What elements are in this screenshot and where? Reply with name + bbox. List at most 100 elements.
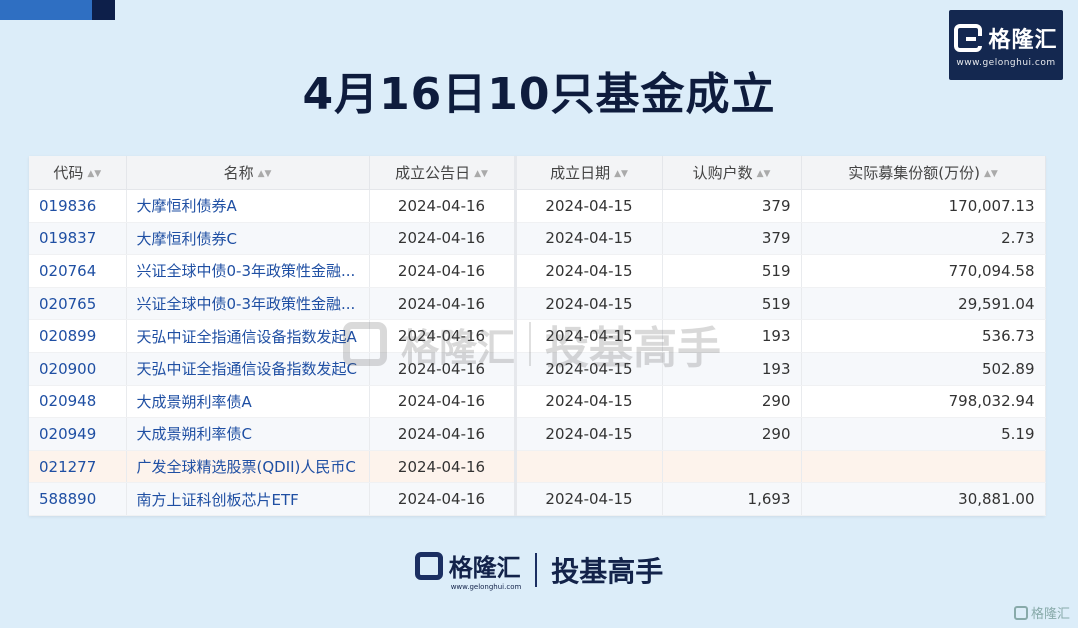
sort-icon: ▲▼ (257, 168, 272, 179)
footer-brand: 格隆汇 www.gelonghui.com 投基高手 (0, 548, 1078, 591)
cell-establish-date: 2024-04-15 (515, 189, 663, 223)
table-row[interactable]: 020948 大成景朔利率债A 2024-04-16 2024-04-15 290 798… (29, 385, 1046, 419)
sort-icon: ▲▼ (756, 168, 771, 179)
cell-establish-date: 2024-04-15 (515, 254, 663, 288)
table-row[interactable]: 588890 南方上证科创板芯片ETF 2024-04-16 2024-04-15 1,… (29, 482, 1046, 516)
cell-code[interactable]: 020765 (29, 287, 127, 321)
cell-announce-date: 2024-04-16 (369, 450, 517, 484)
cell-code[interactable]: 020948 (29, 385, 127, 419)
fund-table: 代码 ▲▼ 名称 ▲▼ 成立公告日 ▲▼ 成立日期 ▲▼ 认购户数 ▲▼ 实际募集份额(万… (29, 156, 1046, 516)
footer-url: www.gelonghui.com (450, 583, 522, 591)
cell-subscribers: 1,693 (662, 482, 802, 516)
cell-name[interactable]: 兴证全球中债0-3年政策性金融... (126, 287, 370, 321)
footer-g-icon (414, 551, 443, 580)
cell-code[interactable]: 019837 (29, 222, 127, 256)
cell-raised-shares: 502.89 (801, 352, 1046, 386)
cell-name[interactable]: 广发全球精选股票(QDII)人民币C (126, 450, 370, 484)
cell-establish-date (515, 450, 663, 484)
sort-icon: ▲▼ (474, 168, 488, 179)
cell-establish-date: 2024-04-15 (515, 417, 663, 451)
header-code[interactable]: 代码 ▲▼ (29, 156, 127, 190)
fund-table-container: 代码 ▲▼ 名称 ▲▼ 成立公告日 ▲▼ 成立日期 ▲▼ 认购户数 ▲▼ 实际募集份额(万… (29, 156, 1046, 516)
table-row[interactable]: 019836 大摩恒利债券A 2024-04-16 2024-04-15 379 170,… (29, 189, 1046, 223)
cell-name[interactable]: 天弘中证全指通信设备指数发起C (126, 352, 370, 386)
cell-subscribers: 290 (662, 417, 802, 451)
corner-accent-bar (0, 0, 92, 20)
table-row[interactable]: 020764 兴证全球中债0-3年政策性金融... 2024-04-16 2024-0… (29, 254, 1046, 288)
cell-name[interactable]: 大成景朔利率债A (126, 385, 370, 419)
corner-watermark: 格隆汇 (1013, 603, 1070, 622)
sort-icon: ▲▼ (87, 168, 102, 179)
cell-announce-date: 2024-04-16 (369, 189, 517, 223)
table-row[interactable]: 020949 大成景朔利率债C 2024-04-16 2024-04-15 290 5.1… (29, 417, 1046, 451)
cell-raised-shares: 5.19 (801, 417, 1046, 451)
cell-announce-date: 2024-04-16 (369, 417, 517, 451)
cell-establish-date: 2024-04-15 (515, 385, 663, 419)
cell-raised-shares: 29,591.04 (801, 287, 1046, 321)
corner-accent-bar-dark (92, 0, 115, 20)
cell-establish-date: 2024-04-15 (515, 287, 663, 321)
logo-text: 格隆汇 (988, 28, 1058, 53)
corner-g-icon (1013, 605, 1028, 620)
header-announce-date[interactable]: 成立公告日 ▲▼ (369, 156, 517, 190)
cell-raised-shares: 770,094.58 (801, 254, 1046, 288)
cell-subscribers: 193 (662, 319, 802, 353)
cell-establish-date: 2024-04-15 (515, 319, 663, 353)
header-name[interactable]: 名称 ▲▼ (126, 156, 370, 190)
cell-subscribers: 379 (662, 222, 802, 256)
cell-name[interactable]: 大成景朔利率债C (126, 417, 370, 451)
cell-code[interactable]: 021277 (29, 450, 127, 484)
cell-name[interactable]: 兴证全球中债0-3年政策性金融... (126, 254, 370, 288)
cell-raised-shares: 2.73 (801, 222, 1046, 256)
cell-subscribers: 519 (662, 287, 802, 321)
cell-name[interactable]: 大摩恒利债券A (126, 189, 370, 223)
cell-establish-date: 2024-04-15 (515, 352, 663, 386)
table-row[interactable]: 020899 天弘中证全指通信设备指数发起A 2024-04-16 2024-04-1… (29, 319, 1046, 353)
cell-announce-date: 2024-04-16 (369, 254, 517, 288)
table-row[interactable]: 019837 大摩恒利债券C 2024-04-16 2024-04-15 379 2.73 (29, 222, 1046, 256)
table-header-row: 代码 ▲▼ 名称 ▲▼ 成立公告日 ▲▼ 成立日期 ▲▼ 认购户数 ▲▼ 实际募集份额(万… (29, 156, 1046, 190)
cell-raised-shares: 536.73 (801, 319, 1046, 353)
corner-watermark-text: 格隆汇 (1030, 607, 1070, 622)
footer-logo-text: 格隆汇 (448, 554, 521, 582)
footer-divider (535, 552, 538, 587)
cell-name[interactable]: 大摩恒利债券C (126, 222, 370, 256)
cell-announce-date: 2024-04-16 (369, 319, 517, 353)
cell-raised-shares: 30,881.00 (801, 482, 1046, 516)
cell-announce-date: 2024-04-16 (369, 352, 517, 386)
cell-code[interactable]: 019836 (29, 189, 127, 223)
cell-announce-date: 2024-04-16 (369, 385, 517, 419)
footer-logo: 格隆汇 www.gelonghui.com (414, 548, 522, 591)
footer-slogan: 投基高手 (551, 554, 664, 588)
table-row[interactable]: 021277 广发全球精选股票(QDII)人民币C 2024-04-16 (29, 450, 1046, 484)
cell-establish-date: 2024-04-15 (515, 482, 663, 516)
cell-establish-date: 2024-04-15 (515, 222, 663, 256)
cell-raised-shares: 170,007.13 (801, 189, 1046, 223)
cell-subscribers (662, 450, 802, 484)
cell-code[interactable]: 020764 (29, 254, 127, 288)
header-raised-shares[interactable]: 实际募集份额(万份) ▲▼ (801, 156, 1046, 190)
sort-icon: ▲▼ (983, 168, 998, 179)
cell-announce-date: 2024-04-16 (369, 287, 517, 321)
logo-g-icon (954, 24, 983, 52)
cell-code[interactable]: 020900 (29, 352, 127, 386)
cell-subscribers: 519 (662, 254, 802, 288)
cell-announce-date: 2024-04-16 (369, 222, 517, 256)
page-title: 4月16日10只基金成立 (302, 69, 776, 120)
cell-subscribers: 193 (662, 352, 802, 386)
cell-code[interactable]: 588890 (29, 482, 127, 516)
cell-name[interactable]: 天弘中证全指通信设备指数发起A (126, 319, 370, 353)
cell-subscribers: 290 (662, 385, 802, 419)
cell-raised-shares: 798,032.94 (801, 385, 1046, 419)
cell-announce-date: 2024-04-16 (369, 482, 517, 516)
table-row[interactable]: 020900 天弘中证全指通信设备指数发起C 2024-04-16 2024-04-1… (29, 352, 1046, 386)
header-establish-date[interactable]: 成立日期 ▲▼ (515, 156, 663, 190)
table-row[interactable]: 020765 兴证全球中债0-3年政策性金融... 2024-04-16 2024-0… (29, 287, 1046, 321)
cell-code[interactable]: 020899 (29, 319, 127, 353)
sort-icon: ▲▼ (614, 168, 628, 179)
cell-name[interactable]: 南方上证科创板芯片ETF (126, 482, 370, 516)
cell-code[interactable]: 020949 (29, 417, 127, 451)
header-subscribers[interactable]: 认购户数 ▲▼ (662, 156, 802, 190)
cell-subscribers: 379 (662, 189, 802, 223)
cell-raised-shares (801, 450, 1046, 484)
